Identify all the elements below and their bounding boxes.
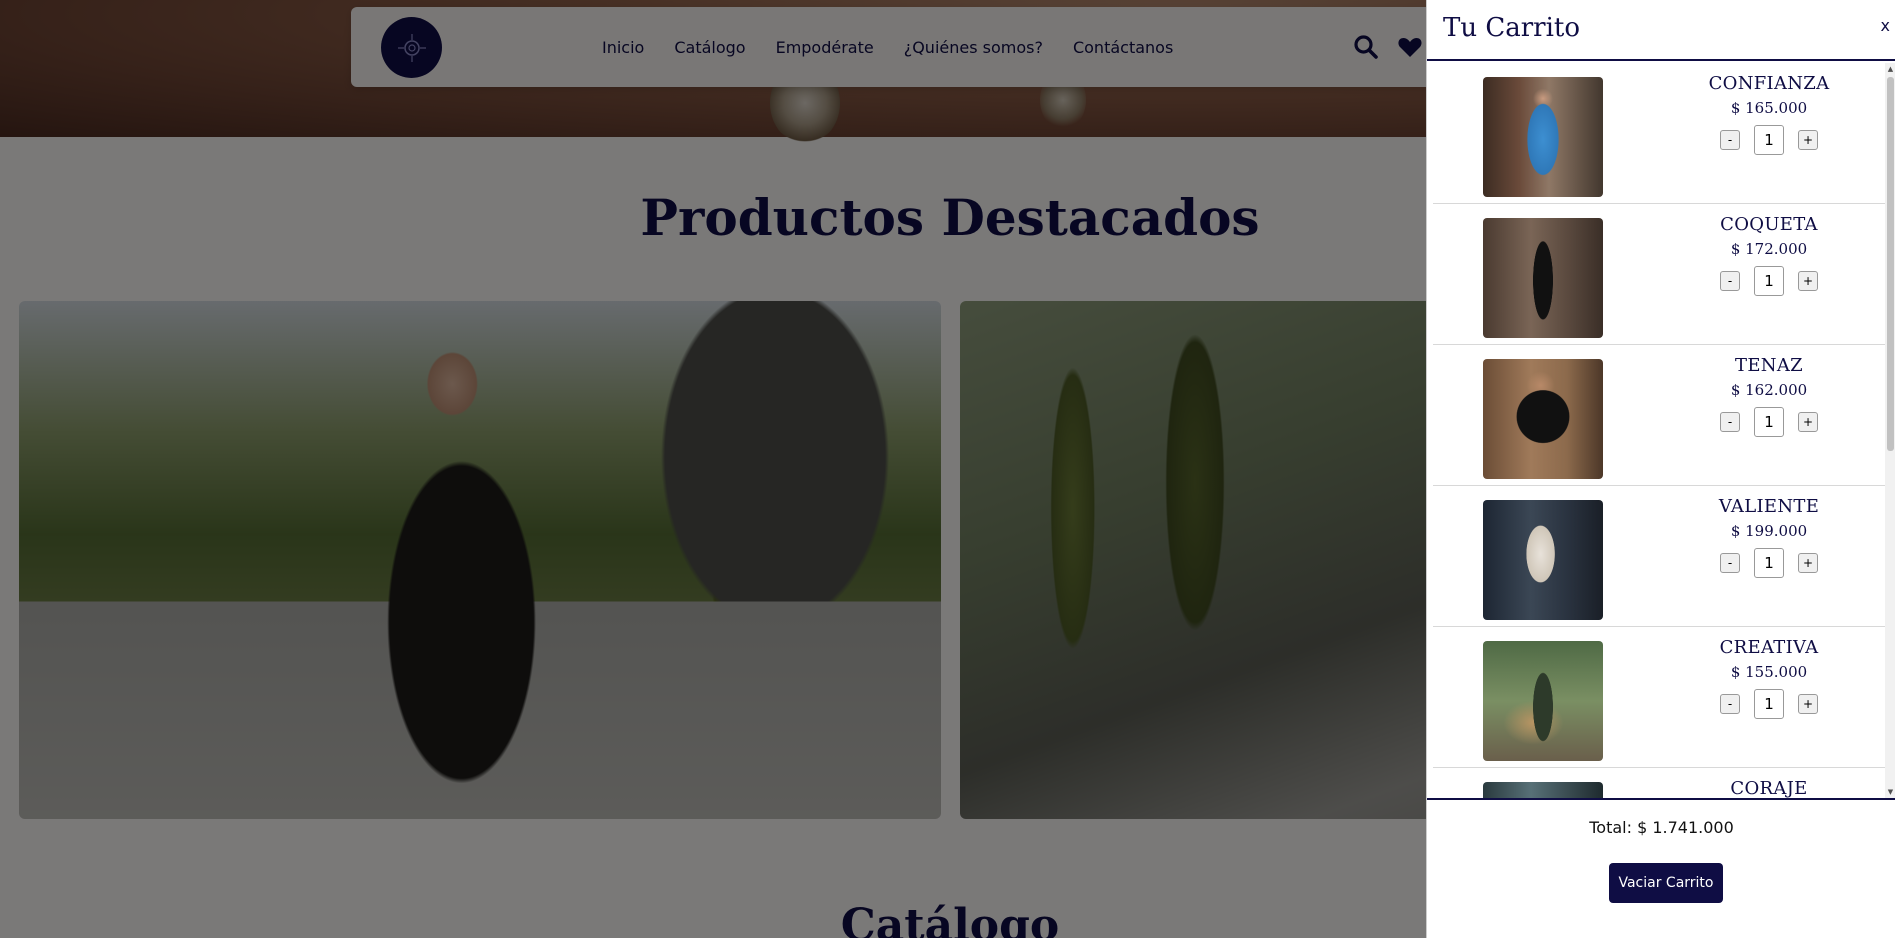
cart-title: Tu Carrito [1443,13,1581,43]
cart-item: VALIENTE $ 199.000 - + [1433,486,1885,627]
product-image [1483,782,1603,798]
quantity-input[interactable] [1754,689,1784,719]
cart-item: CONFIANZA $ 165.000 - + [1433,63,1885,204]
decrement-button[interactable]: - [1720,412,1740,432]
cart-item: COQUETA $ 172.000 - + [1433,204,1885,345]
product-image [1483,218,1603,338]
product-price: $ 172.000 [1730,240,1808,258]
cart-item-info: VALIENTE $ 199.000 - + [1679,496,1859,578]
close-cart-button[interactable]: x [1881,16,1890,35]
cart-item-info: TENAZ $ 162.000 - + [1679,355,1859,437]
increment-button[interactable]: + [1798,130,1818,150]
increment-button[interactable]: + [1798,694,1818,714]
cart-total: Total: $ 1.741.000 [1589,818,1734,837]
cart-item-info: CONFIANZA $ 165.000 - + [1679,73,1859,155]
product-price: $ 165.000 [1730,99,1808,117]
cart-item: CREATIVA $ 155.000 - + [1433,627,1885,768]
cart-footer-divider [1427,798,1895,800]
cart-items-list: CONFIANZA $ 165.000 - + COQUETA $ 172.00… [1427,63,1885,798]
product-image [1483,77,1603,197]
product-price: $ 162.000 [1730,381,1808,399]
increment-button[interactable]: + [1798,412,1818,432]
quantity-stepper: - + [1679,407,1859,437]
product-name: COQUETA [1720,214,1818,235]
decrement-button[interactable]: - [1720,271,1740,291]
product-name: CREATIVA [1719,637,1819,658]
cart-drawer: Tu Carrito x CONFIANZA $ 165.000 - + COQ… [1426,0,1895,938]
product-price: $ 155.000 [1730,663,1808,681]
quantity-input[interactable] [1754,407,1784,437]
cart-item: TENAZ $ 162.000 - + [1433,345,1885,486]
quantity-stepper: - + [1679,548,1859,578]
cart-scrollbar[interactable]: ▲ ▼ [1885,63,1895,798]
decrement-button[interactable]: - [1720,553,1740,573]
quantity-stepper: - + [1679,266,1859,296]
product-image [1483,641,1603,761]
scroll-down-arrow-icon[interactable]: ▼ [1887,788,1894,796]
product-price: $ 199.000 [1730,522,1808,540]
product-name: CONFIANZA [1708,73,1830,94]
increment-button[interactable]: + [1798,553,1818,573]
cart-item-info: CREATIVA $ 155.000 - + [1679,637,1859,719]
product-name: CORAJE [1730,778,1808,798]
empty-cart-button[interactable]: Vaciar Carrito [1609,863,1723,903]
scroll-up-arrow-icon[interactable]: ▲ [1887,65,1894,73]
decrement-button[interactable]: - [1720,694,1740,714]
quantity-stepper: - + [1679,125,1859,155]
scrollbar-thumb[interactable] [1887,77,1894,451]
quantity-stepper: - + [1679,689,1859,719]
product-image [1483,359,1603,479]
product-name: VALIENTE [1718,496,1820,517]
product-image [1483,500,1603,620]
quantity-input[interactable] [1754,548,1784,578]
cart-item-info: COQUETA $ 172.000 - + [1679,214,1859,296]
increment-button[interactable]: + [1798,271,1818,291]
decrement-button[interactable]: - [1720,130,1740,150]
cart-header: Tu Carrito x [1427,0,1895,61]
quantity-input[interactable] [1754,266,1784,296]
product-name: TENAZ [1735,355,1803,376]
cart-item: CORAJE [1433,768,1885,798]
cart-item-info: CORAJE [1679,778,1859,798]
quantity-input[interactable] [1754,125,1784,155]
